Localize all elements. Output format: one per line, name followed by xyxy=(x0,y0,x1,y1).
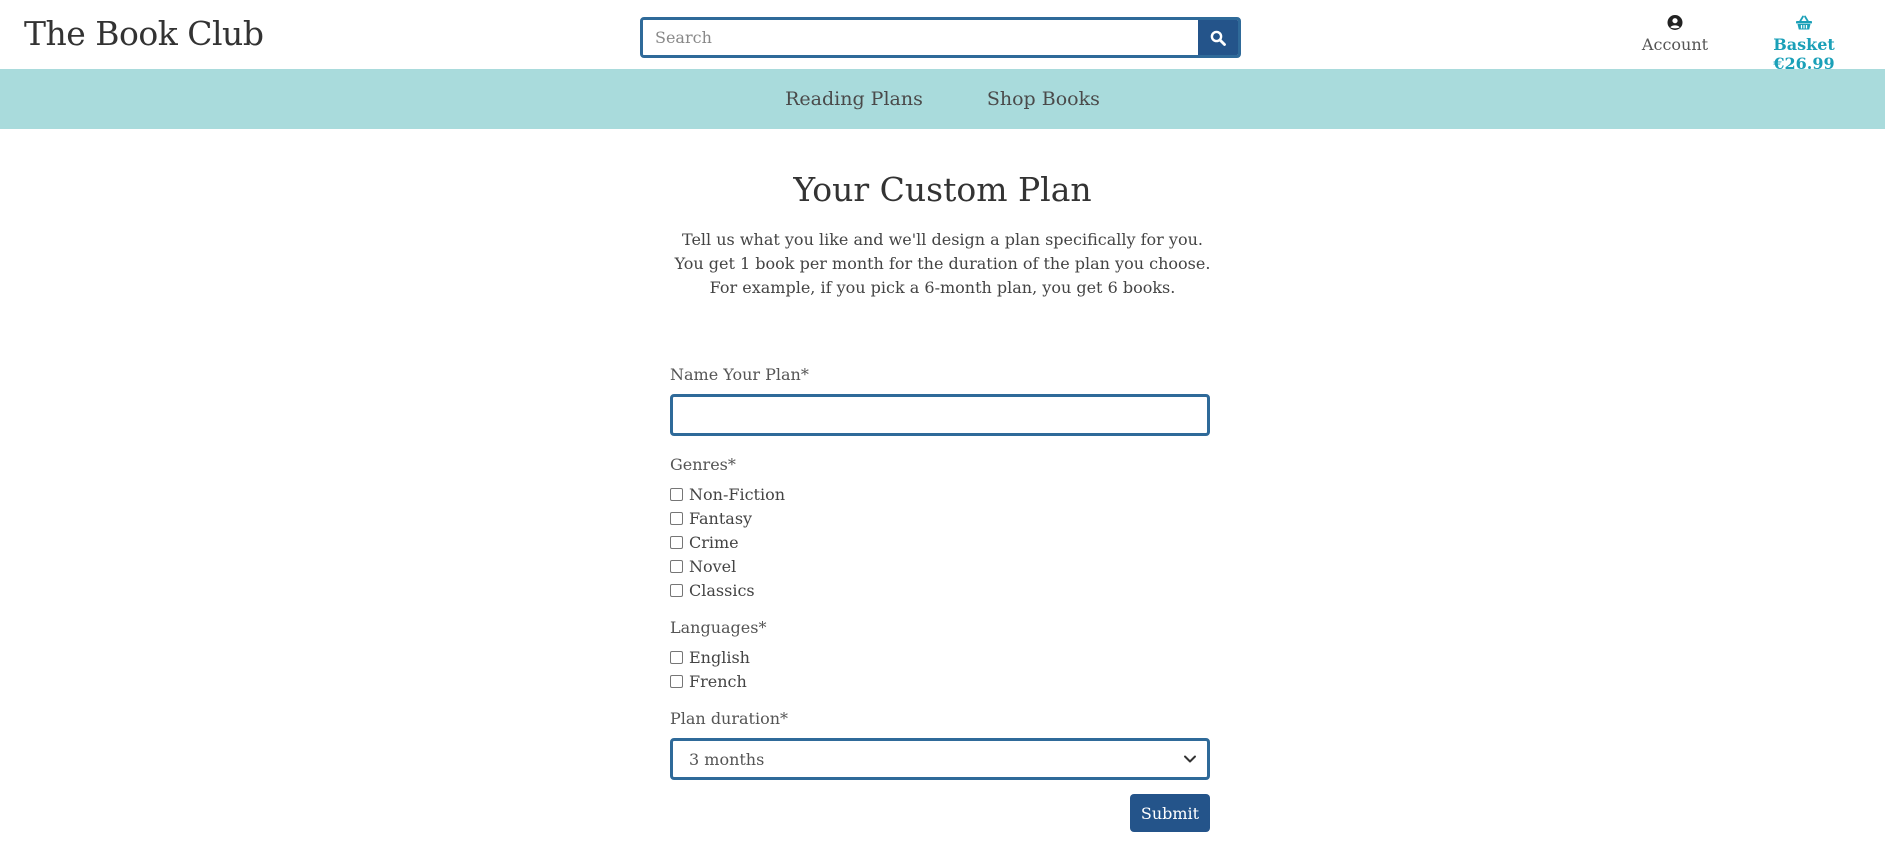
basket-link[interactable]: Basket €26.99 xyxy=(1744,14,1864,73)
user-circle-icon xyxy=(1667,15,1683,30)
chevron-down-icon xyxy=(1184,755,1196,763)
custom-plan-form: Name Your Plan* Genres* Non-Fiction Fant… xyxy=(670,365,1210,832)
main-nav: Reading Plans Shop Books xyxy=(0,69,1885,129)
duration-select[interactable]: 3 months xyxy=(670,738,1210,780)
genre-option[interactable]: Crime xyxy=(670,530,1210,554)
language-option[interactable]: English xyxy=(670,645,1210,669)
account-label: Account xyxy=(1641,35,1709,54)
genre-label: Fantasy xyxy=(689,508,753,528)
duration-label: Plan duration* xyxy=(670,709,789,728)
search-icon xyxy=(1210,30,1226,46)
intro-line: Tell us what you like and we'll design a… xyxy=(682,230,1203,249)
form-actions: Submit xyxy=(670,794,1210,832)
genre-label: Novel xyxy=(689,556,737,576)
genre-option[interactable]: Classics xyxy=(670,578,1210,602)
genre-label: Non-Fiction xyxy=(689,484,786,504)
genre-checkbox[interactable] xyxy=(670,559,683,573)
plan-name-input[interactable] xyxy=(670,394,1210,436)
languages-label: Languages* xyxy=(670,618,767,637)
genre-checkbox[interactable] xyxy=(670,535,683,549)
genre-option[interactable]: Novel xyxy=(670,554,1210,578)
genre-checkbox[interactable] xyxy=(670,511,683,525)
intro-text: Tell us what you like and we'll design a… xyxy=(0,228,1885,300)
site-header: The Book Club Account Basket €26.99 xyxy=(0,0,1885,73)
search-button[interactable] xyxy=(1196,20,1238,55)
language-checkbox[interactable] xyxy=(670,674,683,688)
duration-selected-value: 3 months xyxy=(689,749,765,769)
language-checkbox[interactable] xyxy=(670,650,683,664)
genre-option[interactable]: Fantasy xyxy=(670,506,1210,530)
basket-icon xyxy=(1796,15,1812,30)
page-title: Your Custom Plan xyxy=(793,170,1092,209)
genres-group: Non-Fiction Fantasy Crime Novel Classics xyxy=(670,482,1210,602)
search-input[interactable] xyxy=(643,20,1196,55)
genres-label: Genres* xyxy=(670,455,736,474)
genre-label: Crime xyxy=(689,532,739,552)
site-logo[interactable]: The Book Club xyxy=(24,14,264,53)
basket-label: Basket €26.99 xyxy=(1773,35,1835,73)
genre-option[interactable]: Non-Fiction xyxy=(670,482,1210,506)
plan-name-label: Name Your Plan* xyxy=(670,365,809,384)
search-bar xyxy=(640,17,1241,58)
account-link[interactable]: Account xyxy=(1630,14,1720,54)
language-option[interactable]: French xyxy=(670,669,1210,693)
genre-label: Classics xyxy=(689,580,755,600)
intro-line: You get 1 book per month for the duratio… xyxy=(674,254,1211,273)
genre-checkbox[interactable] xyxy=(670,583,683,597)
nav-shop-books[interactable]: Shop Books xyxy=(987,88,1100,110)
nav-reading-plans[interactable]: Reading Plans xyxy=(785,88,923,110)
language-label: French xyxy=(689,671,747,691)
language-label: English xyxy=(689,647,750,667)
languages-group: English French xyxy=(670,645,1210,693)
intro-line: For example, if you pick a 6-month plan,… xyxy=(709,278,1176,297)
genre-checkbox[interactable] xyxy=(670,487,683,501)
submit-button[interactable]: Submit xyxy=(1130,794,1210,832)
